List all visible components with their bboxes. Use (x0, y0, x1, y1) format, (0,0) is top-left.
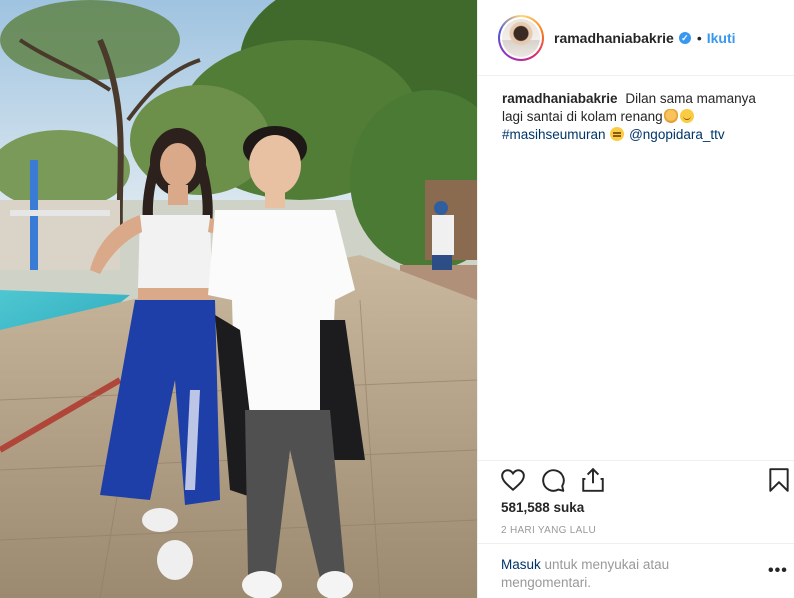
post-photo[interactable] (0, 0, 477, 598)
avatar[interactable] (498, 14, 544, 61)
username-link[interactable]: ramadhaniabakrie (554, 30, 674, 46)
separator-dot: • (696, 29, 702, 46)
heart-icon[interactable] (500, 467, 526, 493)
comment-icon[interactable] (540, 467, 566, 493)
login-link[interactable]: Masuk (501, 557, 541, 572)
login-prompt: Masuk untuk menyukai atau mengomentari. (501, 556, 741, 592)
bookmark-icon[interactable] (766, 467, 792, 493)
post-header: ramadhaniabakrie ✓ • Ikuti (478, 0, 794, 76)
smile-emoji-icon (679, 109, 694, 123)
action-bar (478, 460, 794, 496)
comment-login-area: Masuk untuk menyukai atau mengomentari. … (478, 543, 794, 598)
caption-username[interactable]: ramadhaniabakrie (502, 91, 618, 106)
post-sidebar: ramadhaniabakrie ✓ • Ikuti ramadhaniabak… (477, 0, 794, 598)
verified-badge-icon: ✓ (678, 31, 691, 44)
avatar-ring (500, 16, 542, 59)
share-icon[interactable] (580, 467, 606, 493)
post-timestamp: 2 HARI YANG LALU (501, 525, 597, 536)
post-caption: ramadhaniabakrie Dilan sama mamanya lagi… (502, 90, 772, 144)
more-options-icon[interactable]: ••• (768, 563, 788, 579)
mention-link[interactable]: @ngopidara_ttv (629, 127, 725, 142)
hashtag-link[interactable]: #masihseumuran (502, 127, 606, 142)
post-photo-illustration (0, 0, 477, 598)
expressionless-emoji-icon (610, 127, 625, 141)
avatar-image (502, 18, 540, 57)
like-count[interactable]: 581,588 suka (501, 500, 584, 515)
hand-emoji-icon (663, 109, 678, 123)
follow-button[interactable]: Ikuti (707, 30, 736, 46)
